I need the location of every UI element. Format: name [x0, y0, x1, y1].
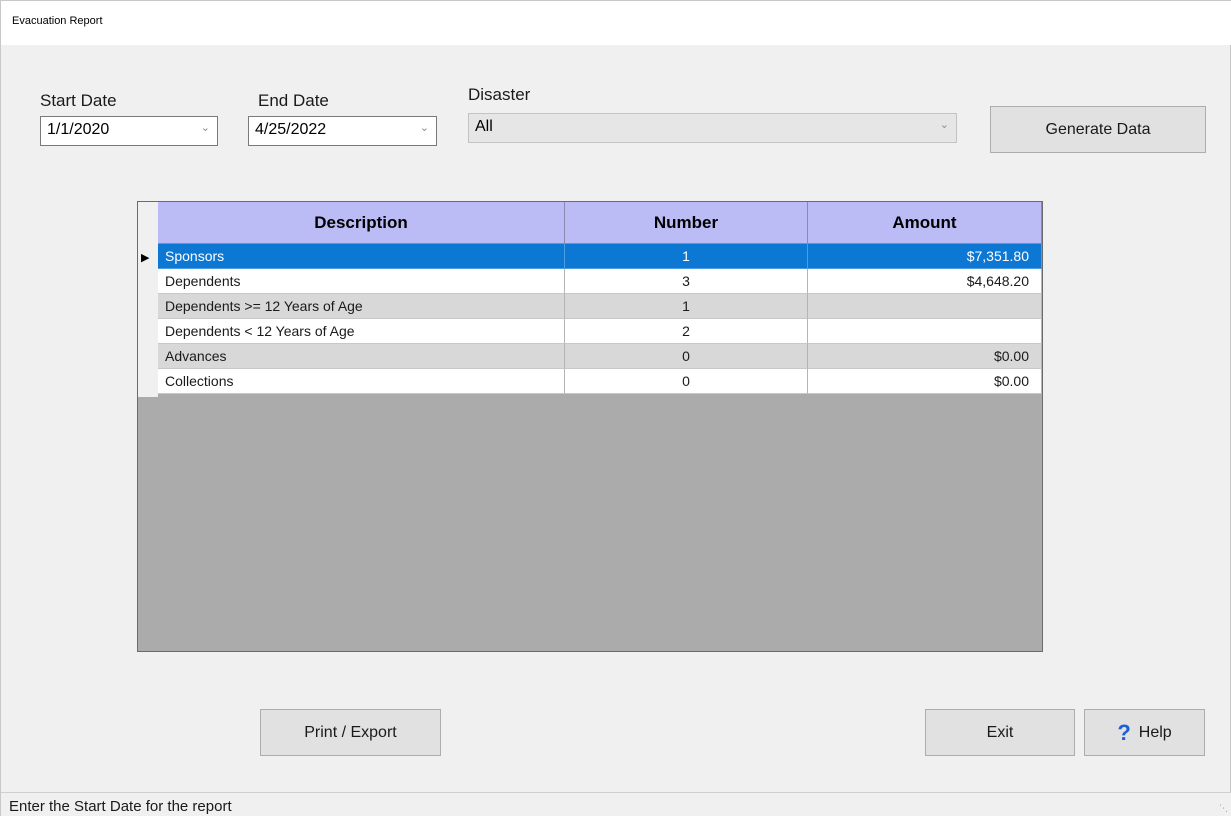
- cell-description[interactable]: Dependents: [158, 269, 565, 294]
- start-date-picker[interactable]: 1/1/2020 ⌄: [40, 116, 218, 146]
- cell-number[interactable]: 1: [565, 244, 808, 269]
- print-export-label: Print / Export: [304, 723, 397, 741]
- status-text: Enter the Start Date for the report: [9, 798, 232, 815]
- table-row[interactable]: Dependents < 12 Years of Age 2: [158, 319, 1042, 344]
- help-button[interactable]: ? Help: [1084, 709, 1205, 756]
- end-date-label: End Date: [258, 91, 329, 110]
- cell-amount[interactable]: $0.00: [808, 344, 1042, 369]
- exit-label: Exit: [986, 723, 1014, 741]
- cell-number[interactable]: 0: [565, 344, 808, 369]
- row-header-column: [138, 202, 158, 397]
- cell-description[interactable]: Collections: [158, 369, 565, 394]
- window-title: Evacuation Report: [12, 15, 103, 27]
- results-grid[interactable]: ▶ Description Number Amount Sponsors 1 $…: [137, 201, 1043, 652]
- chevron-down-icon[interactable]: ⌄: [420, 121, 429, 134]
- cell-description[interactable]: Dependents >= 12 Years of Age: [158, 294, 565, 319]
- cell-description[interactable]: Sponsors: [158, 244, 565, 269]
- question-mark-icon: ?: [1117, 719, 1131, 745]
- cell-amount[interactable]: $4,648.20: [808, 269, 1042, 294]
- cell-amount[interactable]: [808, 294, 1042, 319]
- grid-header: Description Number Amount: [158, 202, 1042, 244]
- disaster-select[interactable]: All ⌄: [468, 113, 957, 143]
- title-bar: Evacuation Report: [1, 1, 1231, 45]
- table-row[interactable]: Advances 0 $0.00: [158, 344, 1042, 369]
- table-row[interactable]: Collections 0 $0.00: [158, 369, 1042, 394]
- status-bar: Enter the Start Date for the report ⋱: [1, 792, 1231, 816]
- column-header-description[interactable]: Description: [158, 202, 565, 244]
- end-date-value: 4/25/2022: [255, 121, 327, 138]
- evacuation-report-window: Evacuation Report Start Date 1/1/2020 ⌄ …: [0, 0, 1231, 816]
- exit-button[interactable]: Exit: [925, 709, 1075, 756]
- table-row[interactable]: Sponsors 1 $7,351.80: [158, 244, 1042, 269]
- cell-number[interactable]: 2: [565, 319, 808, 344]
- disaster-label: Disaster: [468, 85, 531, 104]
- help-label: Help: [1138, 723, 1172, 741]
- generate-data-button[interactable]: Generate Data: [990, 106, 1206, 153]
- cell-amount[interactable]: $0.00: [808, 369, 1042, 394]
- chevron-down-icon[interactable]: ⌄: [201, 121, 210, 134]
- resize-grip-icon[interactable]: ⋱: [1219, 803, 1228, 814]
- print-export-button[interactable]: Print / Export: [260, 709, 441, 756]
- cell-amount[interactable]: [808, 319, 1042, 344]
- grid-body: Sponsors 1 $7,351.80 Dependents 3 $4,648…: [158, 244, 1042, 394]
- generate-data-label: Generate Data: [1045, 120, 1151, 138]
- cell-number[interactable]: 1: [565, 294, 808, 319]
- table-row[interactable]: Dependents 3 $4,648.20: [158, 269, 1042, 294]
- cell-description[interactable]: Dependents < 12 Years of Age: [158, 319, 565, 344]
- cell-number[interactable]: 0: [565, 369, 808, 394]
- end-date-picker[interactable]: 4/25/2022 ⌄: [248, 116, 437, 146]
- row-pointer-icon: ▶: [141, 252, 150, 264]
- column-header-amount[interactable]: Amount: [808, 202, 1042, 244]
- cell-number[interactable]: 3: [565, 269, 808, 294]
- disaster-value: All: [475, 118, 493, 135]
- start-date-label: Start Date: [40, 91, 117, 110]
- start-date-value: 1/1/2020: [47, 121, 110, 138]
- cell-description[interactable]: Advances: [158, 344, 565, 369]
- column-header-number[interactable]: Number: [565, 202, 808, 244]
- chevron-down-icon[interactable]: ⌄: [940, 118, 949, 131]
- cell-amount[interactable]: $7,351.80: [808, 244, 1042, 269]
- table-row[interactable]: Dependents >= 12 Years of Age 1: [158, 294, 1042, 319]
